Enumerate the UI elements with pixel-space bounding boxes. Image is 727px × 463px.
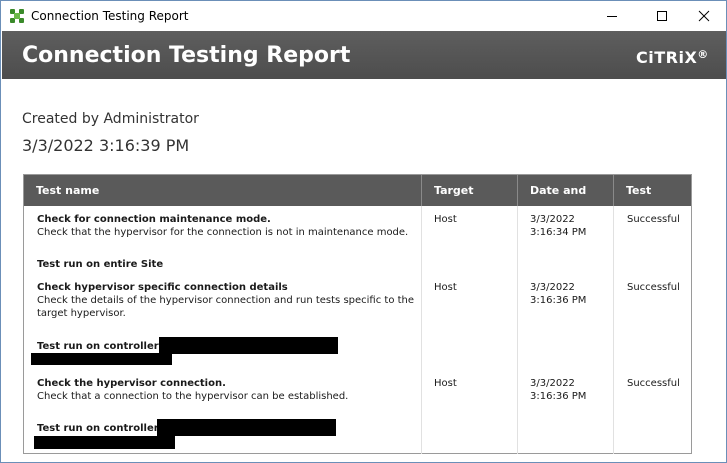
- row-2-scope: Test run on controllers:: [37, 341, 169, 352]
- column-header-target-service: Target Service: [421, 175, 517, 228]
- banner-title: Connection Testing Report: [22, 43, 351, 68]
- column-header-test-name: Test name: [36, 184, 100, 197]
- minimize-button[interactable]: [589, 1, 635, 31]
- maximize-button[interactable]: [639, 1, 685, 31]
- row-1-target: Host: [434, 214, 457, 225]
- created-by-label: Created by Administrator: [22, 111, 199, 127]
- row-3-description: Check that a connection to the hyperviso…: [37, 391, 349, 402]
- created-date-label: 3/3/2022 3:16:39 PM: [22, 136, 190, 155]
- row-1-time: 3:16:34 PM: [530, 227, 587, 238]
- row-3-time: 3:16:36 PM: [530, 391, 587, 402]
- table-header: Test name Target Service Date and time T…: [24, 175, 691, 228]
- row-1-scope: Test run on entire Site: [37, 259, 164, 270]
- row-1-date: 3/3/2022: [530, 214, 575, 225]
- row-1-description: Check that the hypervisor for the connec…: [37, 227, 409, 238]
- report-banner: Connection Testing Report CiTRiX®: [2, 31, 726, 79]
- title-bar[interactable]: Connection Testing Report: [1, 1, 726, 31]
- close-button[interactable]: [681, 1, 727, 31]
- redaction-bar: [34, 436, 175, 449]
- row-3-test-name: Check the hypervisor connection.: [37, 378, 226, 389]
- close-icon: [698, 10, 710, 22]
- row-3-result: Successful: [627, 378, 680, 389]
- citrix-logo: CiTRiX®: [636, 48, 709, 67]
- row-2-result: Successful: [627, 282, 680, 293]
- citrix-app-icon: [10, 9, 24, 23]
- column-header-date-time: Date and time: [517, 175, 613, 228]
- redaction-bar: [159, 337, 338, 354]
- window-title: Connection Testing Report: [31, 9, 189, 23]
- redaction-bar: [31, 353, 172, 365]
- column-header-test-result: Test result: [613, 175, 691, 228]
- vertical-scrollbar[interactable]: [711, 31, 726, 463]
- row-3-scope: Test run on controllers:: [37, 423, 169, 434]
- column-divider: [517, 206, 518, 454]
- report-window: Connection Testing Report Connection Tes…: [0, 0, 727, 463]
- minimize-icon: [607, 16, 617, 17]
- row-3-target: Host: [434, 378, 457, 389]
- row-1-test-name: Check for connection maintenance mode.: [37, 214, 271, 225]
- redaction-bar: [157, 419, 336, 436]
- maximize-icon: [657, 11, 667, 21]
- citrix-logo-text: CiTRiX: [636, 48, 698, 67]
- row-2-test-name: Check hypervisor specific connection det…: [37, 282, 288, 293]
- citrix-logo-mark: ®: [697, 48, 709, 61]
- row-2-time: 3:16:36 PM: [530, 295, 587, 306]
- row-2-description-line-1: Check the details of the hypervisor conn…: [37, 295, 415, 306]
- row-2-date: 3/3/2022: [530, 282, 575, 293]
- row-2-description-line-2: target hypervisor.: [37, 308, 126, 319]
- results-table: Test name Target Service Date and time T…: [23, 174, 692, 454]
- column-divider: [421, 206, 422, 454]
- row-2-target: Host: [434, 282, 457, 293]
- row-3-date: 3/3/2022: [530, 378, 575, 389]
- column-divider: [613, 206, 614, 454]
- row-1-result: Successful: [627, 214, 680, 225]
